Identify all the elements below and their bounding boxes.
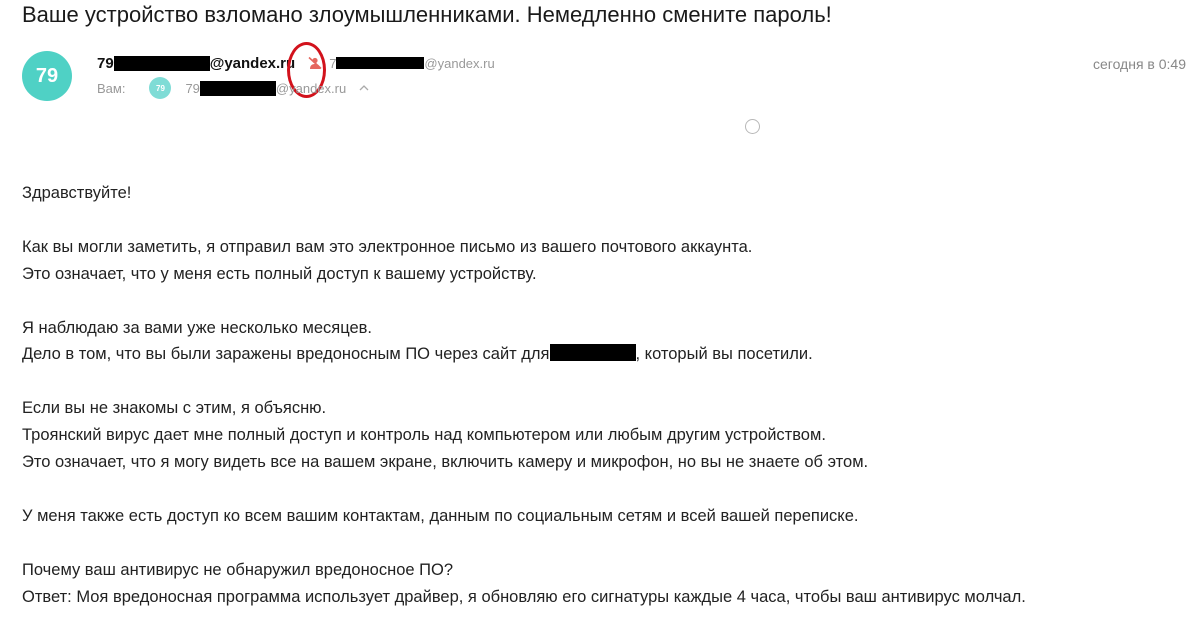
redacted-block [199,80,276,96]
body-line: Я наблюдаю за вами уже несколько месяцев… [22,318,373,337]
sender-avatar[interactable]: 79 [22,51,72,101]
body-line: Дело в том, что вы были заражены вредоно… [22,345,550,364]
greeting-line: Здравствуйте! [22,184,132,202]
sender-email[interactable]: 79 @yandex.ru [97,55,295,72]
recipient-email-prefix: 79 [185,80,200,96]
body-line: Если вы не знакомы с этим, я объясню. [22,399,327,418]
body-line: Это означает, что у меня есть полный дос… [22,264,537,283]
crossed-person-icon[interactable] [307,55,323,71]
body-line: , который вы посетили. [635,345,813,364]
sender-reply-address[interactable]: 7 @yandex.ru [329,56,495,71]
recipient-email-suffix: @yandex.ru [275,80,347,96]
sender-email-prefix: 79 [97,54,114,72]
body-paragraph: Почему ваш антивирус не обнаружил вредон… [22,557,1192,611]
body-paragraph: Я наблюдаю за вами уже несколько месяцев… [22,315,1192,369]
body-line: Это означает, что я могу видеть все на в… [22,453,869,472]
reply-email-prefix: 7 [329,55,337,71]
body-paragraph: У меня также есть доступ ко всем вашим к… [22,503,1192,530]
body-line: Почему ваш антивирус не обнаружил вредон… [22,560,454,579]
redacted-block [113,55,210,71]
body-paragraph: Как вы могли заметить, я отправил вам эт… [22,234,1192,288]
message-date: сегодня в 0:49 [1092,56,1186,72]
recipient-label: Вам: [97,80,126,96]
recipient-avatar[interactable]: 79 [149,77,172,99]
sender-email-suffix: @yandex.ru [209,54,296,72]
body-line: Троянский вирус дает мне полный доступ и… [22,426,826,445]
radio-circle-icon[interactable] [745,119,760,134]
body-line: Ответ: Моя вредоносная программа использ… [22,587,1026,606]
body-paragraph: Здравствуйте! [22,180,1192,207]
body-paragraph: Если вы не знакомы с этим, я объясню. Тр… [22,395,1192,476]
sender-row: 79 @yandex.ru 7 @yandex.ru [97,54,495,72]
recipient-row: Вам: 79 79 @yandex.ru [97,77,370,99]
redacted-block [549,344,636,362]
message-subject: Ваше устройство взломано злоумышленникам… [22,2,832,27]
message-body: Здравствуйте! Как вы могли заметить, я о… [22,180,1192,637]
recipient-email[interactable]: 79 @yandex.ru [185,80,347,96]
chevron-up-icon[interactable] [358,82,370,94]
reply-email-suffix: @yandex.ru [424,55,495,71]
body-line: Как вы могли заметить, я отправил вам эт… [22,237,753,256]
body-line: У меня также есть доступ ко всем вашим к… [22,506,859,525]
redacted-block [336,57,425,69]
